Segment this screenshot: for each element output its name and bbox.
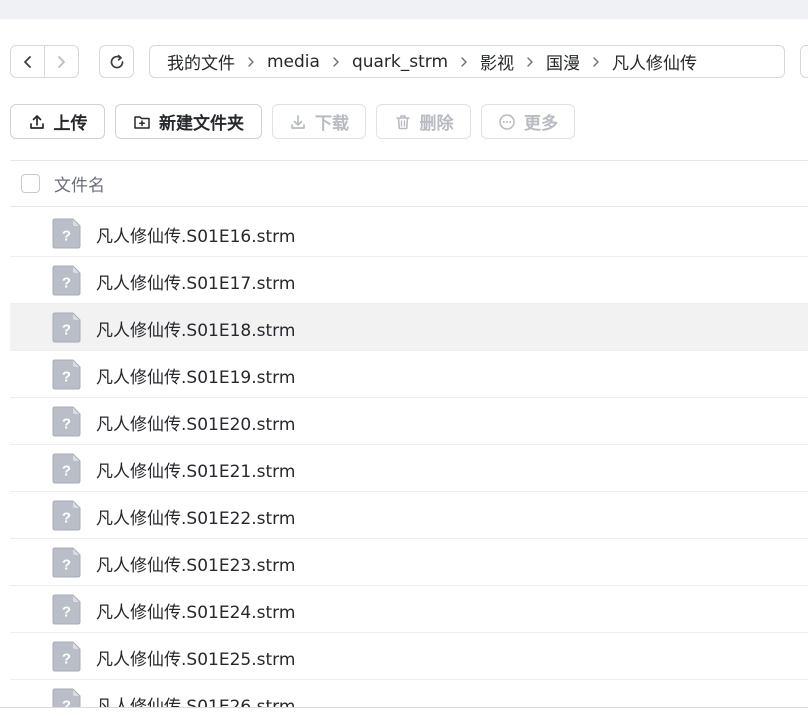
file-row[interactable]: ? 凡人修仙传.S01E16.strm: [10, 210, 808, 257]
select-all-checkbox[interactable]: [21, 174, 40, 193]
folder-plus-icon: [134, 115, 150, 129]
svg-text:?: ?: [62, 557, 71, 574]
file-row[interactable]: ? 凡人修仙传.S01E17.strm: [10, 257, 808, 304]
breadcrumb-item-media[interactable]: media: [267, 52, 320, 72]
chevron-right-icon: [58, 55, 66, 68]
download-icon: [291, 114, 305, 129]
unknown-file-icon: ?: [52, 594, 81, 625]
search-box-edge[interactable]: [800, 45, 808, 78]
file-name[interactable]: 凡人修仙传.S01E26.strm: [96, 692, 295, 707]
unknown-file-icon: ?: [52, 688, 81, 707]
chevron-left-icon: [23, 55, 31, 68]
file-row[interactable]: ? 凡人修仙传.S01E25.strm: [10, 633, 808, 680]
breadcrumb-separator-icon: [592, 56, 600, 67]
unknown-file-icon: ?: [52, 359, 81, 390]
file-row[interactable]: ? 凡人修仙传.S01E18.strm: [10, 304, 808, 351]
svg-text:?: ?: [62, 651, 71, 668]
breadcrumb-separator-icon: [332, 56, 340, 67]
column-header-filename[interactable]: 文件名: [54, 171, 105, 196]
back-button[interactable]: [11, 46, 44, 77]
new-folder-label: 新建文件夹: [159, 114, 244, 134]
list-bottom-border: [0, 707, 808, 708]
file-name[interactable]: 凡人修仙传.S01E17.strm: [96, 269, 295, 294]
file-row[interactable]: ? 凡人修仙传.S01E22.strm: [10, 492, 808, 539]
forward-button[interactable]: [45, 46, 78, 77]
file-name[interactable]: 凡人修仙传.S01E19.strm: [96, 363, 295, 388]
unknown-file-icon: ?: [52, 547, 81, 578]
file-name[interactable]: 凡人修仙传.S01E18.strm: [96, 316, 295, 341]
unknown-file-icon: ?: [52, 406, 81, 437]
upload-button[interactable]: 上传: [10, 104, 105, 139]
delete-label: 删除: [419, 114, 454, 134]
file-name[interactable]: 凡人修仙传.S01E16.strm: [96, 222, 295, 247]
svg-text:?: ?: [62, 416, 71, 433]
nav-button-group: [10, 45, 79, 78]
svg-text:?: ?: [62, 228, 71, 245]
unknown-file-icon: ?: [52, 312, 81, 343]
breadcrumb-separator-icon: [247, 56, 255, 67]
file-row[interactable]: ? 凡人修仙传.S01E24.strm: [10, 586, 808, 633]
file-name[interactable]: 凡人修仙传.S01E22.strm: [96, 504, 295, 529]
top-bar: [0, 0, 808, 19]
unknown-file-icon: ?: [52, 500, 81, 531]
file-list: ? 凡人修仙传.S01E16.strm? 凡人修仙传.S01E17.strm? 凡人修…: [10, 210, 808, 707]
unknown-file-icon: ?: [52, 453, 81, 484]
breadcrumb: 我的文件 media quark_strm 影视 国漫 凡人修仙传: [149, 45, 785, 78]
breadcrumb-separator-icon: [460, 56, 468, 67]
breadcrumb-item-anime[interactable]: 国漫: [546, 49, 580, 74]
file-name[interactable]: 凡人修仙传.S01E23.strm: [96, 551, 295, 576]
file-row[interactable]: ? 凡人修仙传.S01E26.strm: [10, 680, 808, 707]
new-folder-button[interactable]: 新建文件夹: [115, 104, 262, 139]
file-name[interactable]: 凡人修仙传.S01E25.strm: [96, 645, 295, 670]
refresh-icon: [110, 54, 123, 68]
breadcrumb-item-current[interactable]: 凡人修仙传: [612, 49, 697, 74]
unknown-file-icon: ?: [52, 218, 81, 249]
more-icon: [499, 113, 515, 130]
file-row[interactable]: ? 凡人修仙传.S01E19.strm: [10, 351, 808, 398]
breadcrumb-item-quark-strm[interactable]: quark_strm: [352, 52, 448, 72]
refresh-button[interactable]: [99, 45, 134, 78]
svg-text:?: ?: [62, 510, 71, 527]
svg-text:?: ?: [62, 369, 71, 386]
delete-button[interactable]: 删除: [376, 104, 471, 139]
download-button[interactable]: 下载: [272, 104, 366, 139]
file-row[interactable]: ? 凡人修仙传.S01E20.strm: [10, 398, 808, 445]
breadcrumb-item-movies[interactable]: 影视: [480, 49, 514, 74]
breadcrumb-separator-icon: [526, 56, 534, 67]
upload-label: 上传: [53, 114, 88, 134]
unknown-file-icon: ?: [52, 265, 81, 296]
toolbar: 上传 新建文件夹 下载 删除 更多: [0, 104, 808, 139]
unknown-file-icon: ?: [52, 641, 81, 672]
more-button[interactable]: 更多: [481, 104, 575, 139]
file-row[interactable]: ? 凡人修仙传.S01E23.strm: [10, 539, 808, 586]
file-name[interactable]: 凡人修仙传.S01E21.strm: [96, 457, 295, 482]
svg-text:?: ?: [62, 463, 71, 480]
svg-text:?: ?: [62, 604, 71, 621]
svg-text:?: ?: [62, 275, 71, 292]
file-name[interactable]: 凡人修仙传.S01E20.strm: [96, 410, 295, 435]
file-row[interactable]: ? 凡人修仙传.S01E21.strm: [10, 445, 808, 492]
svg-text:?: ?: [62, 322, 71, 339]
file-table-header: 文件名: [10, 160, 808, 207]
upload-icon: [29, 114, 44, 129]
trash-icon: [395, 114, 410, 129]
more-label: 更多: [524, 114, 558, 134]
svg-text:?: ?: [62, 698, 71, 708]
breadcrumb-item-my-files[interactable]: 我的文件: [167, 49, 235, 74]
download-label: 下载: [315, 114, 349, 134]
file-name[interactable]: 凡人修仙传.S01E24.strm: [96, 598, 295, 623]
